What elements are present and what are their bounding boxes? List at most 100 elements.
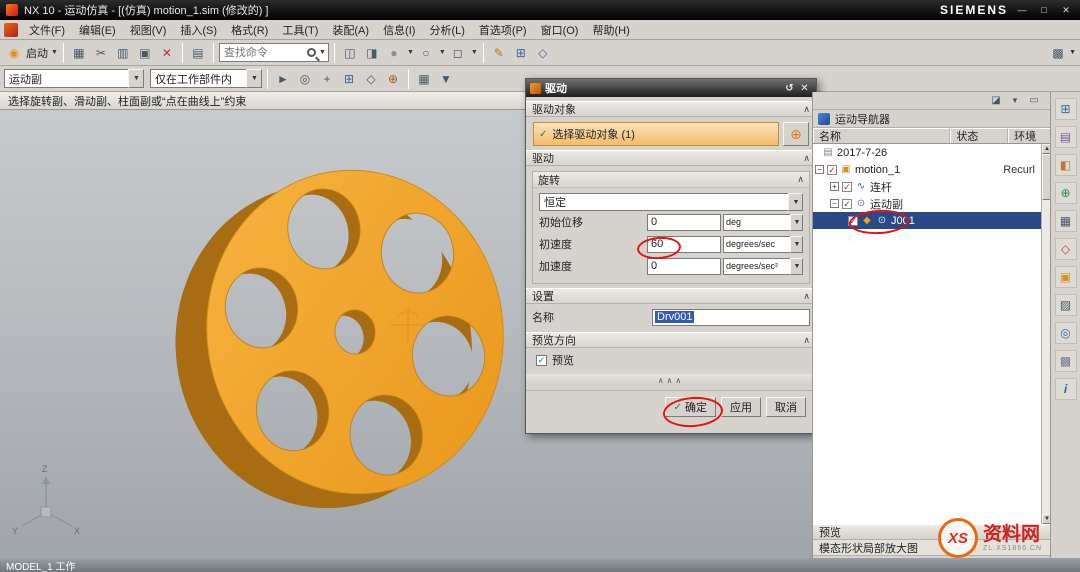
start-icon[interactable]: ◉ — [4, 43, 24, 63]
menu-view[interactable]: 视图(V) — [123, 20, 174, 40]
sketch-icon[interactable]: ✎ — [489, 43, 509, 63]
dialog-title-bar[interactable]: 驱动 ↺ ✕ — [526, 79, 816, 97]
menu-file[interactable]: 文件(F) — [22, 20, 72, 40]
motion1-checkbox[interactable]: ✓ — [827, 164, 837, 175]
snap-point-icon[interactable]: + — [317, 69, 337, 89]
acceleration-unit-combo[interactable]: degrees/sec² ▼ — [723, 257, 803, 275]
section-drive-object[interactable]: 驱动对象 ∧ — [526, 101, 816, 117]
section-preview-direction[interactable]: 预览方向 ∧ — [526, 332, 816, 348]
menu-insert[interactable]: 插入(S) — [173, 20, 224, 40]
minimize-icon[interactable]: — — [1014, 4, 1030, 17]
tree-row-joints[interactable]: − ✓ ⊙ 运动副 — [813, 195, 1041, 212]
collapse-icon[interactable]: ∧ — [803, 104, 810, 115]
unit-dropdown-icon[interactable]: ▼ — [790, 235, 803, 253]
tree-row-date[interactable]: ▤ 2017-7-26 — [813, 144, 1041, 161]
snap-center-icon[interactable]: ⊕ — [383, 69, 403, 89]
preview-checkbox[interactable]: ✓ — [536, 354, 547, 366]
more-options-icon[interactable]: ▼ — [436, 69, 456, 89]
initial-displacement-input[interactable]: 0 — [647, 213, 721, 231]
column-name[interactable]: 名称 — [813, 128, 951, 143]
wireframe-style-dropdown-icon[interactable]: ▼ — [439, 49, 446, 56]
joints-checkbox[interactable]: ✓ — [842, 198, 852, 209]
menu-assembly[interactable]: 装配(A) — [325, 20, 376, 40]
section-drive[interactable]: 驱动 ∧ — [526, 150, 816, 166]
links-checkbox[interactable]: ✓ — [842, 181, 852, 192]
apply-button[interactable]: 应用 — [721, 397, 761, 417]
menu-window[interactable]: 窗口(O) — [534, 20, 586, 40]
tree-row-motion1[interactable]: − ✓ ▣ motion_1 Recurl — [813, 161, 1041, 178]
name-input[interactable]: Drv001 — [652, 308, 810, 326]
collapse-icon[interactable]: ∧ — [803, 291, 810, 302]
dialog-close-icon[interactable]: ✕ — [797, 81, 812, 95]
initial-displacement-unit-combo[interactable]: deg ▼ — [723, 213, 803, 231]
history-icon[interactable]: ▣ — [1054, 266, 1077, 288]
copy-icon[interactable]: ▥ — [113, 43, 133, 63]
datum-icon[interactable]: ⊞ — [511, 43, 531, 63]
menu-tools[interactable]: 工具(T) — [275, 20, 325, 40]
reuse-library-icon[interactable]: ⊕ — [1054, 182, 1077, 204]
collapse-icon[interactable]: ∧ — [803, 335, 810, 346]
collapse-icon[interactable]: ∧ — [797, 174, 804, 185]
assembly-navigator-icon[interactable]: ⊞ — [1054, 98, 1077, 120]
wireframe-style-icon[interactable]: ○ — [416, 43, 436, 63]
face-style-dropdown-icon[interactable]: ▼ — [471, 49, 478, 56]
search-icon[interactable] — [307, 48, 316, 57]
select-filter-icon[interactable]: ► — [273, 69, 293, 89]
scene-dropdown-icon[interactable]: ▼ — [1069, 49, 1076, 56]
start-button[interactable]: 启动 — [26, 45, 48, 61]
unit-dropdown-icon[interactable]: ▼ — [790, 257, 803, 275]
snap-midpoint-icon[interactable]: ◇ — [361, 69, 381, 89]
shaded-style-icon[interactable]: ● — [384, 43, 404, 63]
menu-preferences[interactable]: 首选项(P) — [472, 20, 534, 40]
initial-velocity-unit-combo[interactable]: degrees/sec ▼ — [723, 235, 803, 253]
view-orient-icon[interactable]: ◨ — [362, 43, 382, 63]
expand-icon[interactable]: + — [830, 182, 839, 191]
collapse-icon[interactable]: ∧ — [803, 153, 810, 164]
constraint-navigator-icon[interactable]: ▤ — [1054, 126, 1077, 148]
unit-dropdown-icon[interactable]: ▼ — [790, 213, 803, 231]
info-icon[interactable]: i — [1054, 378, 1077, 400]
acceleration-input[interactable]: 0 — [647, 257, 721, 275]
navigator-dropdown-icon[interactable]: ▼ — [1007, 93, 1023, 109]
section-settings[interactable]: 设置 ∧ — [526, 288, 816, 304]
grid-icon[interactable]: ▦ — [414, 69, 434, 89]
dialog-reset-icon[interactable]: ↺ — [782, 81, 797, 95]
manage-icon[interactable]: ◎ — [1054, 322, 1077, 344]
window-layout-icon[interactable]: ◫ — [340, 43, 360, 63]
start-dropdown-icon[interactable]: ▼ — [51, 49, 58, 56]
menu-help[interactable]: 帮助(H) — [585, 20, 636, 40]
hd3d-tools-icon[interactable]: ▦ — [1054, 210, 1077, 232]
profile-combo[interactable]: 恒定 ▼ — [539, 193, 803, 211]
maximize-icon[interactable]: □ — [1036, 4, 1052, 17]
expand-icon[interactable]: − — [815, 165, 824, 174]
column-environment[interactable]: 环境 — [1008, 128, 1050, 143]
snap-grid-icon[interactable]: ⊞ — [339, 69, 359, 89]
profile-dropdown-icon[interactable]: ▼ — [788, 193, 803, 211]
measure-icon[interactable]: ◇ — [533, 43, 553, 63]
web-browser-icon[interactable]: ◇ — [1054, 238, 1077, 260]
cancel-button[interactable]: 取消 — [766, 397, 806, 417]
scope-dropdown-icon[interactable]: ▼ — [246, 69, 262, 88]
tree-row-j001[interactable]: ✓ ◆ ⊙ J001 — [813, 212, 1041, 229]
joint-filter-dropdown-icon[interactable]: ▼ — [128, 69, 144, 88]
point-constructor-button[interactable]: ⊕ — [783, 122, 809, 146]
menu-edit[interactable]: 编辑(E) — [72, 20, 123, 40]
delete-icon[interactable]: ✕ — [157, 43, 177, 63]
menu-format[interactable]: 格式(R) — [224, 20, 275, 40]
menu-information[interactable]: 信息(I) — [376, 20, 422, 40]
paste-icon[interactable]: ▣ — [135, 43, 155, 63]
joint-type-filter-combo[interactable]: 运动副 ▼ — [4, 69, 144, 88]
part-navigator-icon[interactable]: ◧ — [1054, 154, 1077, 176]
search-input[interactable] — [221, 45, 307, 60]
shaded-style-dropdown-icon[interactable]: ▼ — [407, 49, 414, 56]
menu-analysis[interactable]: 分析(L) — [422, 20, 471, 40]
scene-icon[interactable]: ▩ — [1048, 43, 1068, 63]
navigator-dock-icon[interactable]: ◪ — [988, 93, 1004, 109]
dialog-sash[interactable]: ∧∧∧ — [526, 374, 816, 386]
print-icon[interactable]: ▤ — [188, 43, 208, 63]
selection-scope-combo[interactable]: 仅在工作部件内 ▼ — [150, 69, 262, 88]
search-dropdown-icon[interactable]: ▼ — [319, 49, 326, 56]
tree-row-links[interactable]: + ✓ ∿ 连杆 — [813, 178, 1041, 195]
save-icon[interactable]: ▦ — [69, 43, 89, 63]
select-drive-object-field[interactable]: ✓ 选择驱动对象 (1) — [533, 122, 779, 146]
